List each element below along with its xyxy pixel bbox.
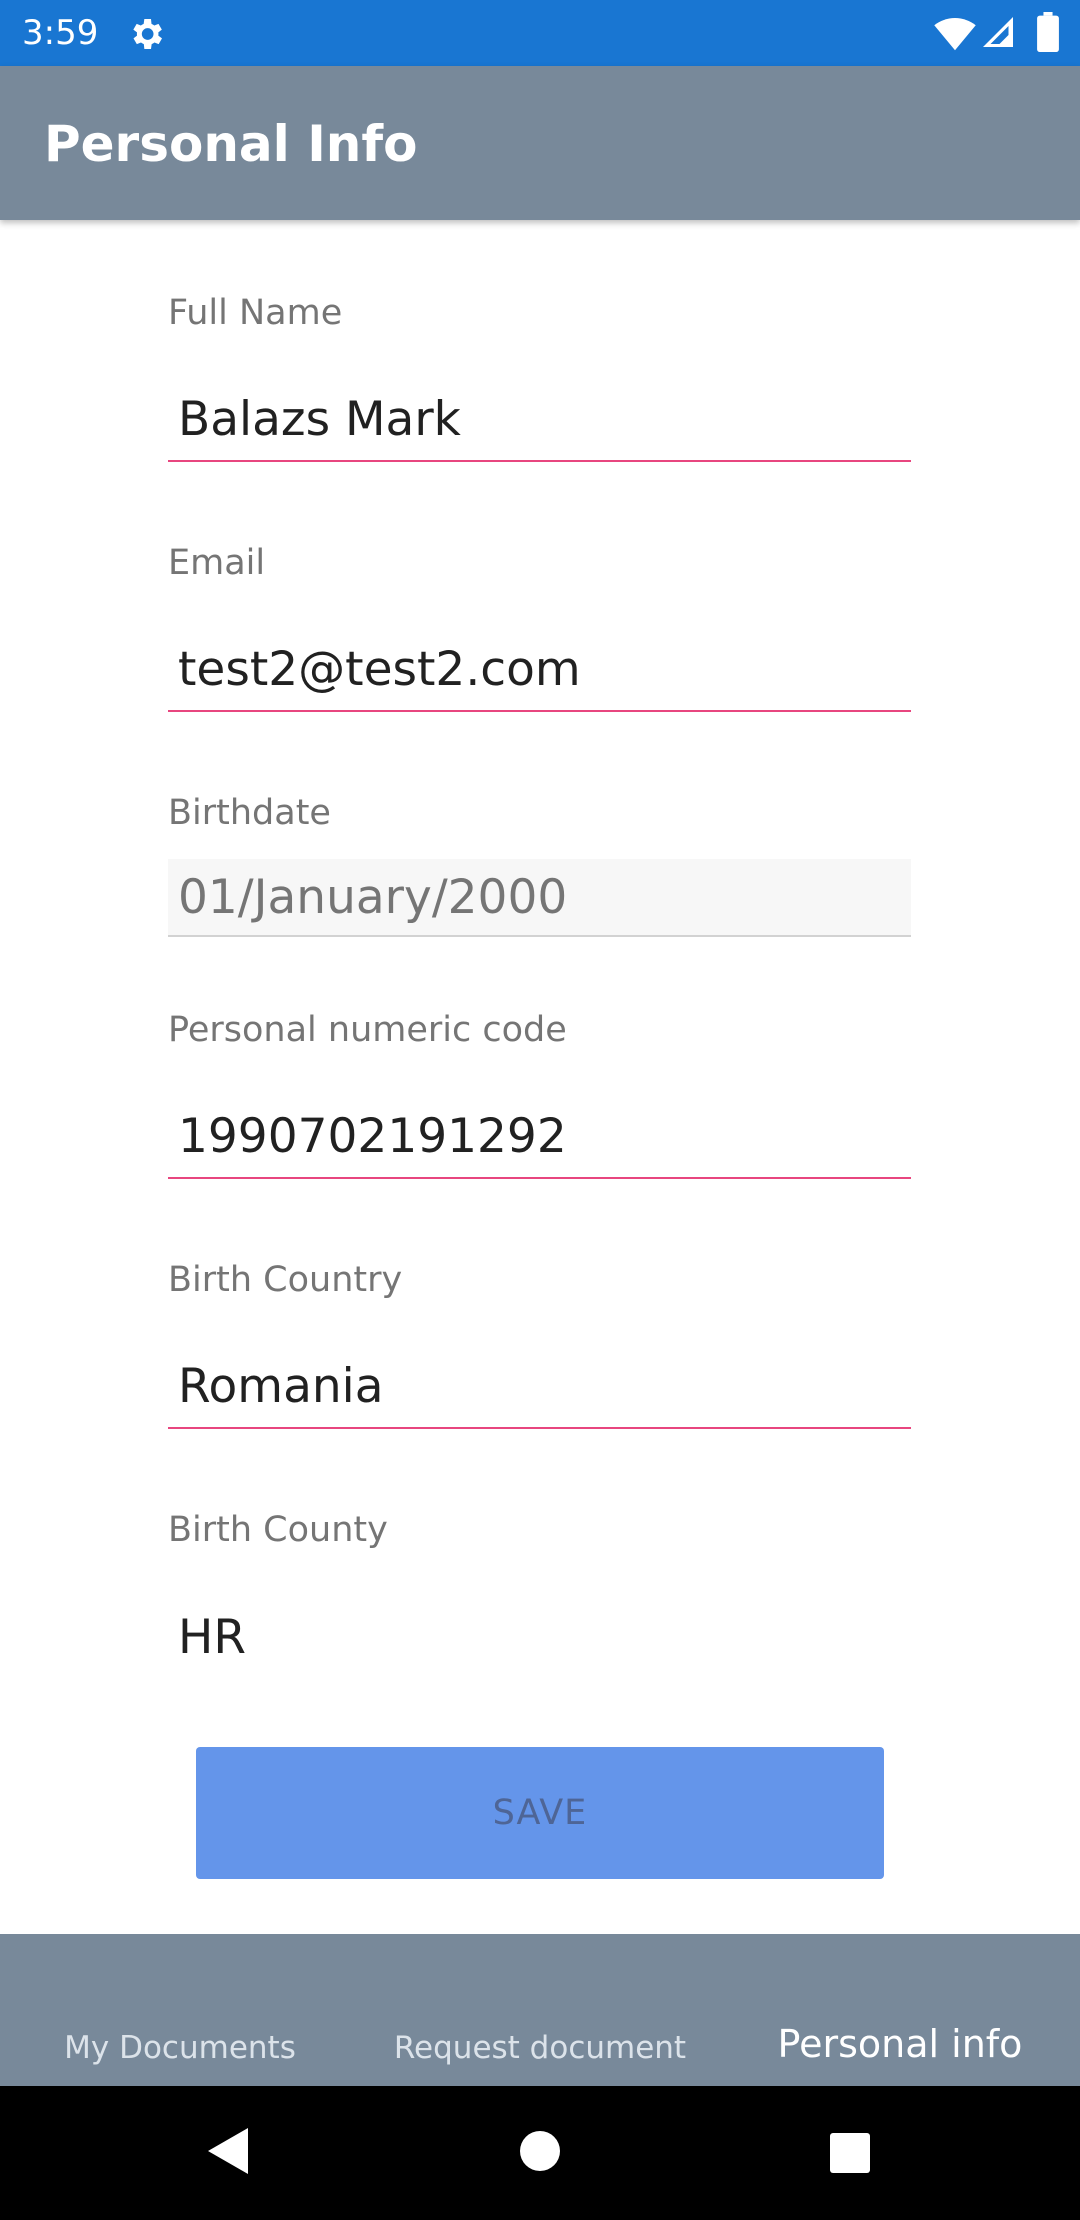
cell-signal-icon [983, 17, 1013, 47]
status-time: 3:59 [22, 13, 99, 53]
birthdate-input [168, 859, 911, 937]
email-label: Email [168, 543, 266, 583]
full-name-input[interactable] [168, 378, 911, 462]
birth-county-input[interactable] [168, 1595, 911, 1679]
bottom-nav: My Documents Request document Personal i… [0, 1934, 1080, 2086]
gear-icon [133, 19, 162, 49]
app-bar: Personal Info [0, 66, 1080, 220]
personal-numeric-code-input[interactable] [168, 1095, 911, 1179]
battery-icon [1037, 12, 1059, 52]
recents-icon[interactable] [830, 2133, 870, 2173]
birthdate-label: Birthdate [168, 793, 331, 833]
email-input[interactable] [168, 628, 911, 712]
tab-request-document[interactable]: Request document [360, 1934, 720, 2086]
birth-country-input[interactable] [168, 1345, 911, 1429]
save-button[interactable]: SAVE [196, 1747, 884, 1879]
tab-personal-info[interactable]: Personal info [720, 1934, 1080, 2086]
personal-numeric-code-label: Personal numeric code [168, 1010, 567, 1050]
home-icon[interactable] [520, 2131, 560, 2171]
full-name-label: Full Name [168, 293, 343, 333]
birth-country-label: Birth Country [168, 1260, 403, 1300]
status-bar: 3:59 [0, 0, 1080, 66]
system-nav-bar [0, 2086, 1080, 2220]
page-title: Personal Info [44, 115, 418, 173]
tab-my-documents[interactable]: My Documents [0, 1934, 360, 2086]
back-icon[interactable] [206, 2126, 250, 2176]
birth-county-label: Birth County [168, 1510, 388, 1550]
wifi-icon [934, 17, 976, 51]
